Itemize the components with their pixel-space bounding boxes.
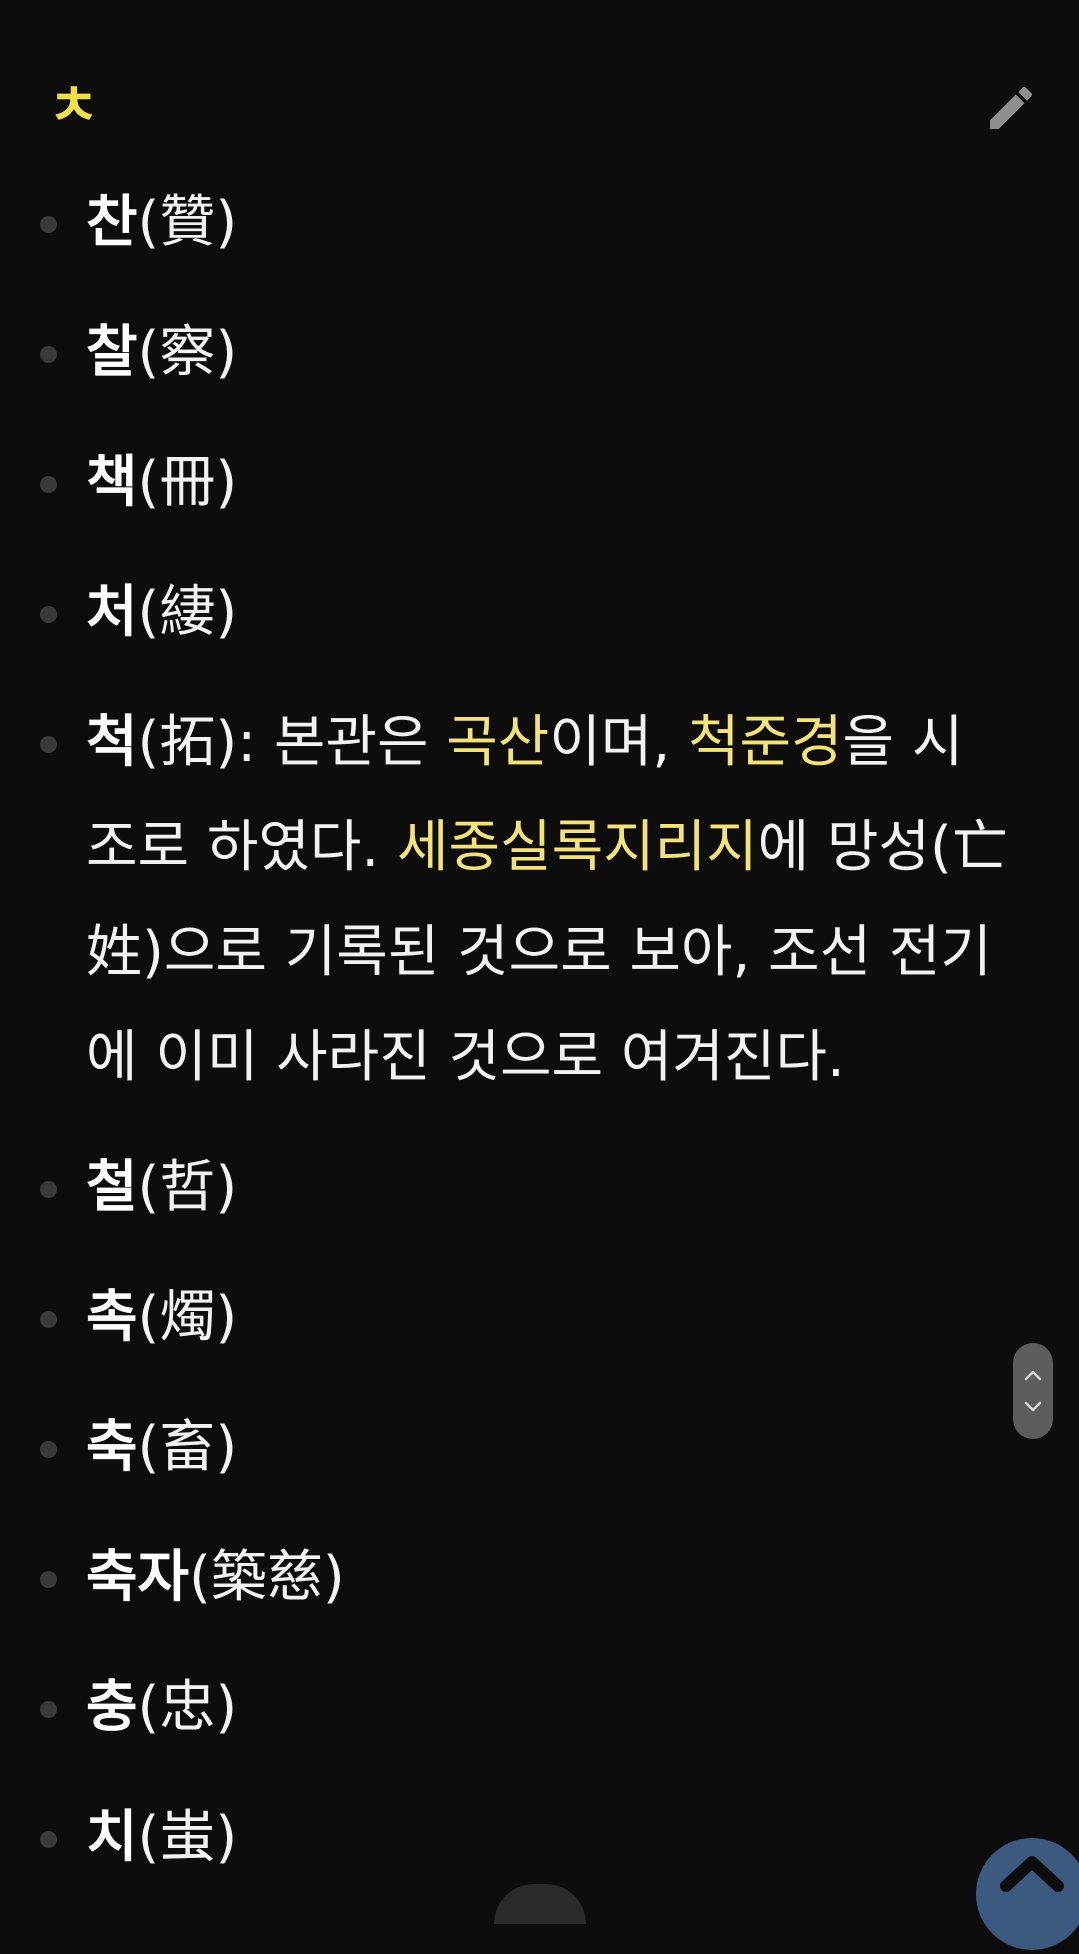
section-title: ㅊ <box>48 74 100 139</box>
surname-hanja: (燭) <box>137 1285 238 1350</box>
list-item: 치(蚩) <box>0 1785 1079 1890</box>
surname-name: 촉 <box>86 1285 138 1350</box>
surname-name: 축자 <box>86 1545 190 1610</box>
surname-name: 찬 <box>86 190 138 255</box>
description-text: 이며, <box>549 710 688 775</box>
surname-name: 치 <box>86 1805 138 1870</box>
link-goksan[interactable]: 곡산 <box>446 710 549 775</box>
surname-hanja: (哲) <box>137 1155 238 1220</box>
description-text: : 본관은 <box>237 710 447 775</box>
list-item: 처(緀) <box>0 560 1079 665</box>
surname-hanja: (畜) <box>137 1415 238 1480</box>
scroll-handle[interactable] <box>1013 1343 1053 1439</box>
list-item: 책(冊) <box>0 430 1079 535</box>
list-item-cheok: 척(拓): 본관은 곡산이며, 척준경을 시조로 하였다. 세종실록지리지에 망… <box>0 690 1079 1110</box>
surname-name: 찰 <box>86 320 138 385</box>
link-cheok-jun-gyeong[interactable]: 척준경 <box>688 710 843 775</box>
pencil-icon[interactable] <box>983 80 1039 136</box>
surname-hanja: (築慈) <box>189 1545 345 1610</box>
surname-hanja: (蚩) <box>137 1805 238 1870</box>
list-item: 축자(築慈) <box>0 1525 1079 1630</box>
surname-hanja: (贊) <box>137 190 238 255</box>
surname-name: 축 <box>86 1415 138 1480</box>
scroll-up-down-icon <box>1024 1370 1042 1412</box>
list-item: 찰(察) <box>0 300 1079 405</box>
surname-hanja: (察) <box>137 320 238 385</box>
surname-hanja: (忠) <box>137 1675 238 1740</box>
surname-name: 척 <box>86 710 138 775</box>
list-item: 충(忠) <box>0 1655 1079 1760</box>
section-header: ㅊ <box>48 70 1039 144</box>
surname-list: 찬(贊) 찰(察) 책(冊) 처(緀) 척(拓): 본관은 곡산이며, 척준경을… <box>0 170 1079 1915</box>
list-item: 축(畜) <box>0 1395 1079 1500</box>
list-item: 촉(燭) <box>0 1265 1079 1370</box>
back-to-top-button[interactable] <box>976 1838 1079 1950</box>
list-item: 철(哲) <box>0 1135 1079 1240</box>
surname-hanja: (冊) <box>137 450 238 515</box>
surname-hanja: (緀) <box>137 580 238 645</box>
surname-name: 책 <box>86 450 138 515</box>
chevron-up-icon <box>1000 1856 1064 1892</box>
surname-hanja: (拓) <box>137 710 238 775</box>
link-sejong-sillok-jiriji[interactable]: 세종실록지리지 <box>397 815 758 880</box>
surname-name: 충 <box>86 1675 138 1740</box>
surname-name: 철 <box>86 1155 138 1220</box>
list-item: 찬(贊) <box>0 170 1079 275</box>
surname-name: 처 <box>86 580 138 645</box>
